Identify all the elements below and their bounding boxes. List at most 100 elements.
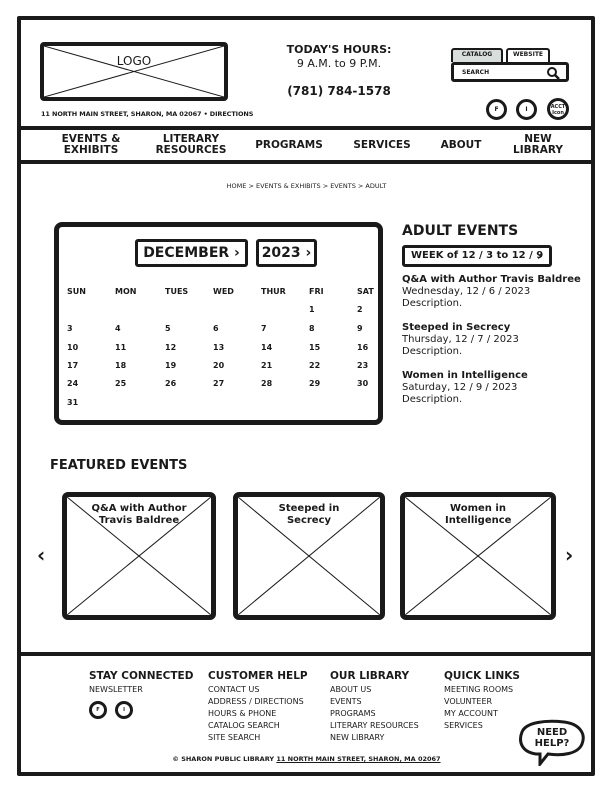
footer-column-stay-connected: STAY CONNECTED NEWSLETTER — [89, 669, 193, 696]
footer-column-title: STAY CONNECTED — [89, 670, 194, 682]
calendar-day[interactable]: 14 — [261, 343, 272, 352]
footer-link[interactable]: SERVICES — [444, 720, 520, 732]
chevron-left-icon[interactable]: ‹ — [37, 543, 45, 567]
featured-card[interactable]: Women in Intelligence — [400, 492, 556, 620]
event-date: Wednesday, 12 / 6 / 2023 — [402, 286, 531, 297]
calendar-day[interactable]: 10 — [67, 343, 78, 352]
nav-programs[interactable]: PROGRAMS — [251, 130, 327, 160]
calendar-day[interactable]: 22 — [309, 361, 320, 370]
calendar-day[interactable]: 16 — [357, 343, 368, 352]
calendar-day[interactable]: 11 — [115, 343, 126, 352]
calendar-day[interactable]: 18 — [115, 361, 126, 370]
calendar-day[interactable]: 26 — [165, 379, 176, 388]
footer-link[interactable]: PROGRAMS — [330, 708, 419, 720]
event-item[interactable]: Steeped in Secrecy Thursday, 12 / 7 / 20… — [402, 322, 519, 358]
calendar-day[interactable]: 27 — [213, 379, 224, 388]
hours-value: 9 A.M. to 9 P.M. — [296, 57, 382, 70]
event-title[interactable]: Steeped in Secrecy — [402, 322, 519, 334]
instagram-icon[interactable]: I — [115, 701, 133, 719]
event-description: Description. — [402, 394, 463, 405]
calendar-day[interactable]: 20 — [213, 361, 224, 370]
phone-number[interactable]: (781) 784-1578 — [280, 84, 398, 98]
footer-link[interactable]: NEWSLETTER — [89, 684, 193, 696]
calendar-day[interactable]: 15 — [309, 343, 320, 352]
instagram-icon[interactable]: I — [516, 99, 537, 120]
account-icon[interactable]: ACCT Icon — [547, 98, 569, 120]
header-address[interactable]: 11 NORTH MAIN STREET, SHARON, MA 02067 •… — [41, 110, 253, 118]
calendar-day[interactable]: 4 — [115, 324, 121, 333]
footer-link[interactable]: NEW LIBRARY — [330, 732, 419, 744]
calendar-day[interactable]: 2 — [357, 305, 363, 314]
event-description: Description. — [402, 298, 463, 309]
footer-link[interactable]: CONTACT US — [208, 684, 308, 696]
nav-services[interactable]: SERVICES — [348, 130, 416, 160]
calendar-day[interactable]: 9 — [357, 324, 363, 333]
calendar-day[interactable]: 1 — [309, 305, 315, 314]
month-label: DECEMBER — [143, 245, 230, 261]
featured-card[interactable]: Q&A with Author Travis Baldree — [62, 492, 216, 620]
main-nav: EVENTS & EXHIBITS LITERARY RESOURCES PRO… — [21, 126, 591, 164]
event-title[interactable]: Women in Intelligence — [402, 370, 528, 382]
footer-column-title: QUICK LINKS — [444, 670, 520, 682]
footer-link[interactable]: EVENTS — [330, 696, 419, 708]
tab-website[interactable]: WEBSITE — [506, 48, 550, 62]
calendar-day[interactable]: 12 — [165, 343, 176, 352]
footer-link[interactable]: HOURS & PHONE — [208, 708, 308, 720]
footer-link[interactable]: MY ACCOUNT — [444, 708, 520, 720]
footer-link[interactable]: VOLUNTEER — [444, 696, 520, 708]
calendar-day[interactable]: 21 — [261, 361, 272, 370]
breadcrumb[interactable]: HOME > EVENTS & EXHIBITS > EVENTS > ADUL… — [0, 182, 613, 190]
event-item[interactable]: Q&A with Author Travis Baldree Wednesday… — [402, 274, 581, 310]
calendar-day[interactable]: 19 — [165, 361, 176, 370]
footer-link[interactable]: SITE SEARCH — [208, 732, 308, 744]
footer-link[interactable]: ABOUT US — [330, 684, 419, 696]
card-title: Women in Intelligence — [445, 503, 512, 526]
tab-catalog[interactable]: CATALOG — [451, 48, 503, 62]
footer-link[interactable]: LITERARY RESOURCES — [330, 720, 419, 732]
search-input[interactable]: SEARCH — [451, 62, 569, 82]
chevron-right-icon[interactable]: › — [565, 543, 573, 567]
nav-literary-resources[interactable]: LITERARY RESOURCES — [154, 130, 228, 160]
calendar-day[interactable]: 13 — [213, 343, 224, 352]
logo[interactable]: LOGO — [40, 42, 228, 101]
nav-about[interactable]: ABOUT — [435, 130, 487, 160]
copyright-address-link[interactable]: 11 NORTH MAIN STREET, SHARON, MA 02067 — [276, 755, 440, 763]
card-title: Q&A with Author Travis Baldree — [91, 503, 187, 526]
day-of-week-header: WED — [213, 287, 234, 296]
calendar-day[interactable]: 25 — [115, 379, 126, 388]
calendar-day[interactable]: 23 — [357, 361, 368, 370]
nav-events-exhibits[interactable]: EVENTS & EXHIBITS — [59, 130, 123, 160]
copyright: © SHARON PUBLIC LIBRARY 11 NORTH MAIN ST… — [0, 755, 613, 763]
facebook-icon[interactable]: F — [89, 701, 107, 719]
footer-link[interactable]: MEETING ROOMS — [444, 684, 520, 696]
footer-column-quick-links: QUICK LINKS MEETING ROOMS VOLUNTEER MY A… — [444, 669, 520, 732]
calendar-day[interactable]: 24 — [67, 379, 78, 388]
footer-link[interactable]: CATALOG SEARCH — [208, 720, 308, 732]
calendar-day[interactable]: 29 — [309, 379, 320, 388]
facebook-icon[interactable]: F — [486, 99, 507, 120]
calendar-day[interactable]: 28 — [261, 379, 272, 388]
calendar-day[interactable]: 8 — [309, 324, 315, 333]
featured-card[interactable]: Steeped in Secrecy — [233, 492, 385, 620]
search-icon[interactable] — [546, 66, 560, 80]
month-selector[interactable]: DECEMBER › — [135, 239, 248, 267]
calendar-day[interactable]: 5 — [165, 324, 171, 333]
calendar-day[interactable]: 7 — [261, 324, 267, 333]
featured-events-title: FEATURED EVENTS — [50, 458, 188, 473]
calendar: DECEMBER › 2023 › SUN MON TUES WED THUR FRI SA… — [54, 222, 383, 425]
footer-link[interactable]: ADDRESS / DIRECTIONS — [208, 696, 308, 708]
week-selector[interactable]: WEEK of 12 / 3 to 12 / 9 › — [402, 245, 552, 267]
nav-new-library[interactable]: NEW LIBRARY — [507, 130, 569, 160]
hours-title: TODAY'S HOURS: — [286, 43, 392, 56]
year-selector[interactable]: 2023 › — [256, 239, 317, 267]
chevron-right-icon: › — [234, 245, 240, 261]
event-item[interactable]: Women in Intelligence Saturday, 12 / 9 /… — [402, 370, 528, 406]
calendar-day[interactable]: 31 — [67, 398, 78, 407]
calendar-day[interactable]: 30 — [357, 379, 368, 388]
event-title[interactable]: Q&A with Author Travis Baldree — [402, 274, 581, 286]
week-label: WEEK of 12 / 3 to 12 / 9 — [411, 250, 544, 261]
calendar-day[interactable]: 3 — [67, 324, 73, 333]
footer-column-customer-help: CUSTOMER HELP CONTACT US ADDRESS / DIREC… — [208, 669, 308, 744]
calendar-day[interactable]: 17 — [67, 361, 78, 370]
calendar-day[interactable]: 6 — [213, 324, 219, 333]
